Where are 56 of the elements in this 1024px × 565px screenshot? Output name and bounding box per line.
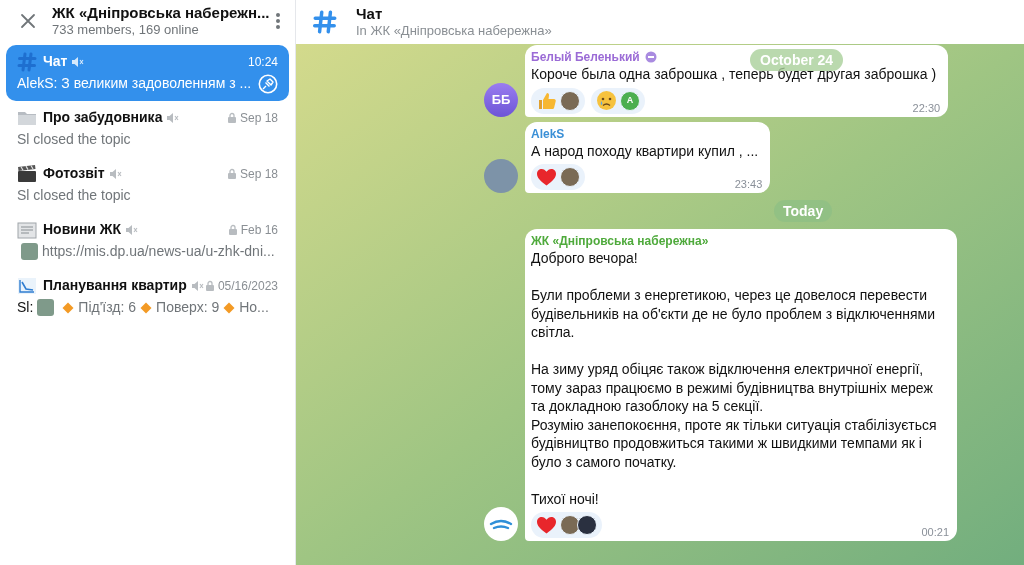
chat-title: Чат bbox=[356, 5, 384, 23]
thumbs-up-icon bbox=[536, 90, 557, 111]
user-avatar: ББ bbox=[484, 82, 518, 117]
avatar-photo bbox=[577, 515, 597, 535]
crying-face-icon bbox=[596, 90, 617, 111]
topic-preview: Но... bbox=[239, 298, 269, 317]
sender-name: Sl: bbox=[17, 298, 34, 317]
heart-icon bbox=[536, 167, 557, 187]
message-time: 23:43 bbox=[734, 178, 763, 190]
topic-preview: Sl closed the topic bbox=[17, 130, 131, 149]
topic-time: Sep 18 bbox=[239, 109, 278, 127]
chat-subtitle: In ЖК «Дніпровська набережна» bbox=[356, 23, 552, 39]
topic-time: 10:24 bbox=[247, 53, 278, 71]
topic-preview: https://mis.dp.ua/news-ua/u-zhk-dni... bbox=[42, 242, 275, 261]
date-pill: Today bbox=[774, 200, 833, 222]
more-menu-icon[interactable] bbox=[275, 13, 281, 29]
newspaper-icon bbox=[17, 219, 37, 240]
group-title: ЖК «Дніпровська набережн... bbox=[52, 4, 271, 22]
chart-icon bbox=[17, 275, 37, 296]
topic-time: Sep 18 bbox=[239, 165, 278, 183]
message-text: А народ походу квартири купил , ... bbox=[531, 141, 760, 160]
clapperboard-icon bbox=[17, 163, 37, 184]
hash-icon bbox=[312, 9, 338, 35]
topic-title: Новини ЖК bbox=[43, 220, 122, 239]
image-thumbnail bbox=[37, 299, 55, 316]
date-pill: October 24 bbox=[750, 49, 844, 71]
topic-preview: Sl closed the topic bbox=[17, 186, 131, 205]
avatar-photo bbox=[484, 159, 518, 193]
avatar-photo bbox=[560, 515, 580, 535]
topic-time: 05/16/2023 bbox=[217, 277, 278, 295]
user-avatar: A bbox=[620, 90, 640, 111]
topic-title: Планування квартир bbox=[43, 276, 187, 295]
image-thumbnail bbox=[21, 243, 38, 260]
diamond-icon bbox=[223, 301, 236, 314]
topic-preview: Під'їзд: 6 bbox=[78, 298, 137, 317]
heart-icon bbox=[536, 515, 557, 535]
message-text: Доброго вечора! Були проблеми з енергетикою, через це довелося перевести будівельників на об'єкти де не було проблем з відключеннями світла. На зиму уряд обіцяє також відключення електричної енергії, тому зараз працюємо в режимі будівництва внутрішніх мереж та докладною газоблоку на 5 секції. Розумію занепокоєння, проте як тільки ситуація стабілізується будівництво продовжиться такими ж швидкими темпами як і було з самого початку. Тихої ночі! bbox=[531, 249, 938, 508]
topic-preview: Поверх: 9 bbox=[156, 298, 220, 317]
topic-title: Фотозвіт bbox=[43, 164, 105, 183]
diamond-icon bbox=[62, 301, 75, 314]
close-button[interactable] bbox=[18, 11, 38, 31]
diamond-icon bbox=[140, 301, 153, 314]
member-count: 733 members, 169 online bbox=[52, 22, 200, 38]
avatar-photo bbox=[560, 167, 580, 187]
topic-preview: AlekS: З великим задоволенням з ... bbox=[17, 74, 252, 93]
hash-icon bbox=[17, 51, 37, 72]
topic-title: Про забудовника bbox=[43, 108, 163, 127]
message-time: 22:30 bbox=[912, 101, 941, 114]
reaction-chip[interactable] bbox=[531, 512, 602, 538]
avatar-photo bbox=[560, 90, 580, 111]
sender-name: ЖК «Дніпровська набережна» bbox=[531, 233, 709, 249]
sender-name: Белый Беленький bbox=[531, 49, 640, 65]
topic-time: Feb 16 bbox=[240, 221, 278, 239]
sender-name: AlekS bbox=[531, 125, 565, 142]
topic-title: Чат bbox=[43, 52, 68, 71]
message-time: 00:21 bbox=[921, 526, 949, 538]
